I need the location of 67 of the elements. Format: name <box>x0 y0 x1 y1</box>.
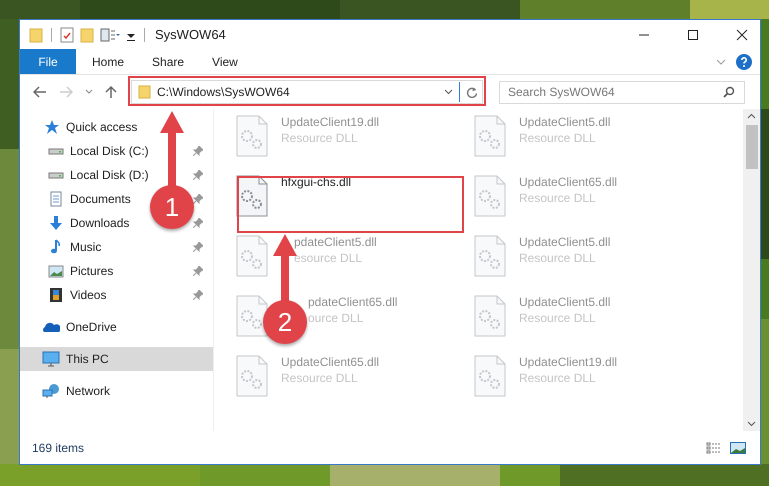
sidebar-item[interactable]: OneDrive <box>20 315 213 339</box>
drive-icon <box>48 148 64 154</box>
up-icon[interactable] <box>105 85 117 99</box>
sidebar-item[interactable]: Quick access <box>20 115 213 139</box>
sidebar-item[interactable]: Documents <box>70 192 131 206</box>
scroll-down-icon[interactable] <box>747 421 756 427</box>
file-menu-tab[interactable]: File <box>20 49 76 74</box>
document-icon <box>48 191 64 207</box>
file-type: Resource DLL <box>281 131 359 145</box>
file-name: hfxgui-chs.dll <box>281 175 352 189</box>
ribbon-tab[interactable]: Share <box>138 49 198 74</box>
refresh-icon[interactable] <box>466 86 478 98</box>
search-field[interactable]: Search SysWOW64 <box>499 80 745 104</box>
properties-icon[interactable] <box>60 26 74 42</box>
file-name: UpdateClient5.dll <box>519 295 610 309</box>
view-icon[interactable] <box>100 26 120 42</box>
scroll-up-icon[interactable] <box>747 113 756 119</box>
sidebar-item[interactable]: Music <box>70 240 102 254</box>
file-type: Resource DLL <box>519 311 597 325</box>
window-title: SysWOW64 <box>155 27 226 42</box>
close-icon[interactable] <box>736 28 748 40</box>
file-name: UpdateClient5.dll <box>519 235 610 249</box>
download-icon <box>48 215 64 231</box>
large-icons-view-icon[interactable] <box>730 442 746 454</box>
sidebar-item[interactable]: Videos <box>70 288 106 302</box>
file-name: UpdateClient65.dll <box>519 175 618 189</box>
recent-caret-icon[interactable] <box>85 89 93 95</box>
chevron-icon[interactable] <box>716 58 726 64</box>
dropdown-caret-icon[interactable] <box>444 89 453 95</box>
ribbon-tab[interactable]: View <box>198 49 252 74</box>
file-name: UpdateClient65.dll <box>281 355 380 369</box>
file-name: pdateClient65.dll <box>308 295 398 309</box>
sidebar-item[interactable]: Network <box>20 379 213 403</box>
file-type: Resource DLL <box>519 251 597 265</box>
sidebar-item[interactable]: Local Disk (C:) <box>70 144 149 158</box>
gear-file-icon[interactable] <box>236 295 268 337</box>
file-type: ource DLL <box>308 311 364 325</box>
item-count: 169 items <box>32 440 84 454</box>
network-icon <box>42 383 60 399</box>
drive-icon <box>48 172 64 178</box>
file-name: UpdateClient19.dll <box>519 355 618 369</box>
help-icon[interactable] <box>736 54 752 70</box>
computer-icon <box>42 351 60 367</box>
sidebar-item[interactable]: Pictures <box>70 264 114 278</box>
image-icon <box>48 263 64 279</box>
sidebar-item[interactable]: Local Disk (D:) <box>70 168 149 182</box>
maximize-icon[interactable] <box>687 28 699 40</box>
address-field[interactable]: C:\Windows\SysWOW64 <box>131 80 483 104</box>
address-path: C:\Windows\SysWOW64 <box>157 85 291 99</box>
file-type: Resource DLL <box>519 131 597 145</box>
file-type: esource DLL <box>294 251 364 265</box>
file-type: Resource DLL <box>519 371 597 385</box>
sidebar-item[interactable]: This PC <box>20 347 213 371</box>
film-icon <box>48 287 64 303</box>
details-view-icon[interactable] <box>706 442 722 454</box>
sidebar-item[interactable]: Downloads <box>70 216 130 230</box>
file-name: pdateClient5.dll <box>294 235 377 249</box>
ribbon-tab[interactable]: Home <box>78 49 138 74</box>
scroll-thumb[interactable] <box>746 125 758 169</box>
folder-icon <box>138 85 151 99</box>
scrollbar[interactable] <box>743 109 760 431</box>
file-name: UpdateClient19.dll <box>281 115 380 129</box>
file-type: Resource DLL <box>519 191 597 205</box>
file-name: UpdateClient5.dll <box>519 115 610 129</box>
back-icon[interactable] <box>33 86 47 98</box>
star-icon <box>44 119 60 135</box>
file-type: Resource DLL <box>281 371 359 385</box>
